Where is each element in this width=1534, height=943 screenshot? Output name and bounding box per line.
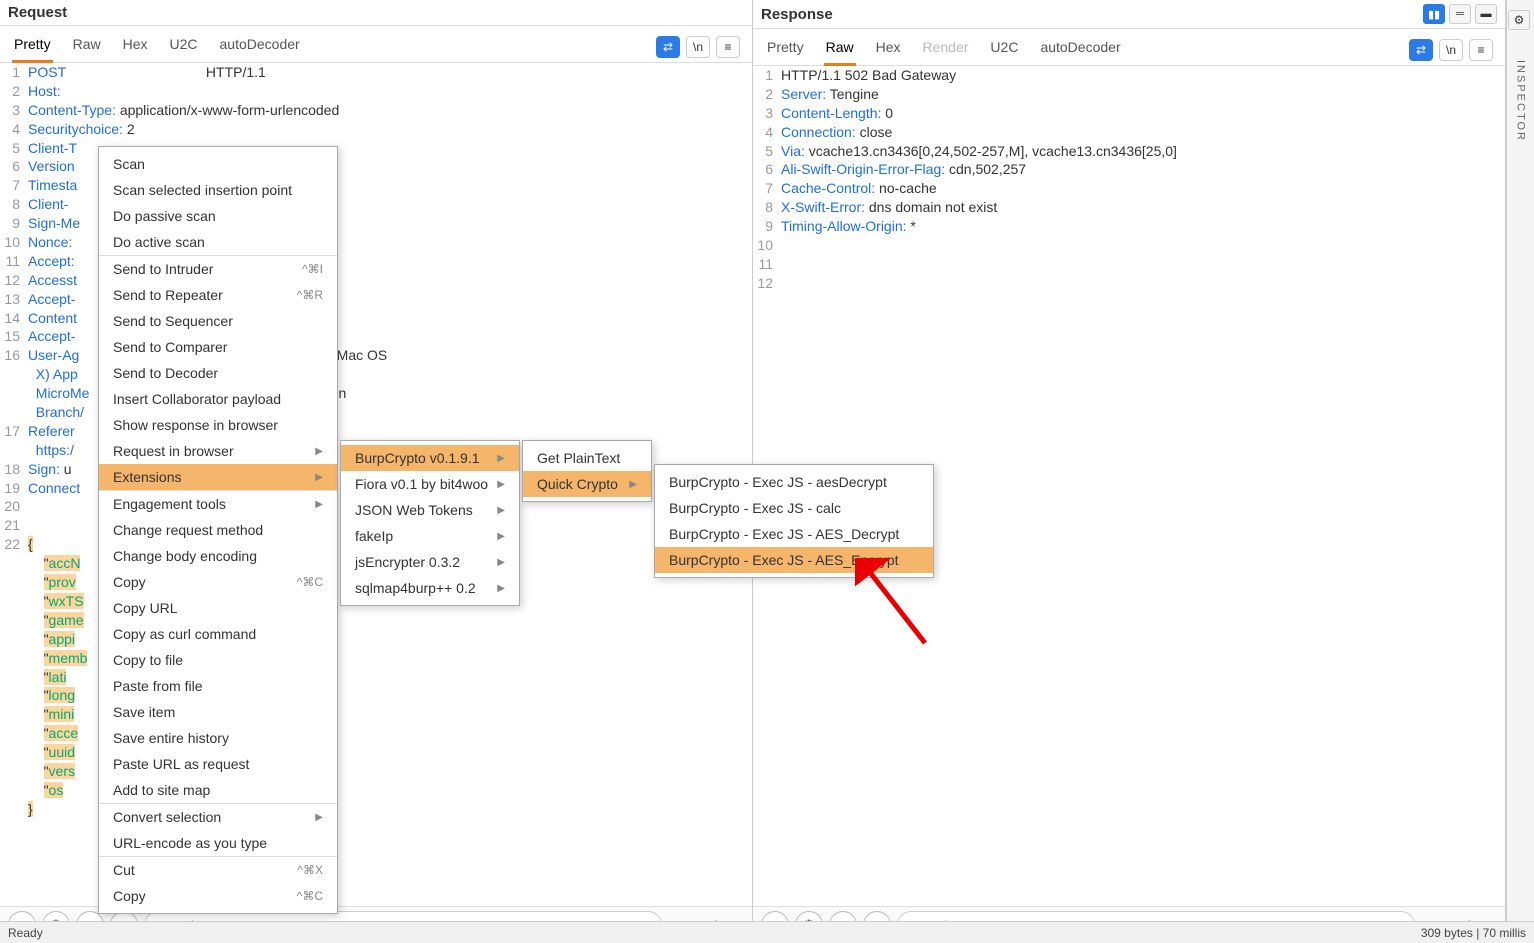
menu-item[interactable]: Show response in browser	[99, 412, 337, 438]
layout-single-icon[interactable]: ▬	[1475, 4, 1497, 24]
request-tabs: Pretty Raw Hex U2C autoDecoder ⇄ \n ≡	[0, 26, 752, 63]
layout-split-icon[interactable]: ▮▮	[1423, 4, 1445, 24]
context-menu: ScanScan selected insertion pointDo pass…	[98, 146, 338, 914]
menu-item[interactable]: Change request method	[99, 517, 337, 543]
menu-item[interactable]: Send to Sequencer	[99, 308, 337, 334]
menu-item[interactable]: jsEncrypter 0.3.2▶	[341, 549, 519, 575]
tab-hex[interactable]: Hex	[874, 35, 903, 65]
menu-item[interactable]: Fiora v0.1 by bit4woo▶	[341, 471, 519, 497]
wrap-icon[interactable]: ⇄	[1409, 39, 1433, 61]
menu-item[interactable]: Cut^⌘X	[99, 856, 337, 883]
menu-item[interactable]: Scan selected insertion point	[99, 177, 337, 203]
menu-item[interactable]: Engagement tools▶	[99, 490, 337, 517]
layout-horizontal-icon[interactable]: ═	[1449, 4, 1471, 24]
tab-autodecoder[interactable]: autoDecoder	[1038, 35, 1122, 65]
wrap-icon[interactable]: ⇄	[656, 36, 680, 58]
submenu-burpcrypto: Get PlainTextQuick Crypto▶	[522, 440, 652, 502]
menu-item[interactable]: BurpCrypto - Exec JS - AES_Decrypt	[655, 521, 933, 547]
tab-hex[interactable]: Hex	[121, 32, 150, 62]
hamburger-icon[interactable]: ≡	[716, 36, 740, 58]
menu-item[interactable]: JSON Web Tokens▶	[341, 497, 519, 523]
menu-item[interactable]: Extensions▶	[99, 464, 337, 490]
hamburger-icon[interactable]: ≡	[1469, 39, 1493, 61]
inspector-sidebar[interactable]: ⚙ INSPECTOR	[1506, 0, 1534, 943]
tab-u2c[interactable]: U2C	[988, 35, 1020, 65]
menu-item[interactable]: Paste from file	[99, 673, 337, 699]
gear-icon[interactable]: ⚙	[1508, 10, 1530, 30]
menu-item[interactable]: Save item	[99, 699, 337, 725]
response-title: Response	[761, 6, 833, 23]
menu-item[interactable]: Copy^⌘C	[99, 569, 337, 595]
menu-item[interactable]: Do active scan	[99, 229, 337, 255]
menu-item[interactable]: fakeIp▶	[341, 523, 519, 549]
menu-item[interactable]: Paste URL as request	[99, 751, 337, 777]
response-tabs: Pretty Raw Hex Render U2C autoDecoder ⇄ …	[753, 29, 1505, 66]
menu-item[interactable]: Scan	[99, 151, 337, 177]
tab-u2c[interactable]: U2C	[168, 32, 200, 62]
request-title: Request	[8, 4, 67, 21]
tab-pretty[interactable]: Pretty	[12, 32, 53, 63]
menu-item[interactable]: BurpCrypto v0.1.9.1▶	[341, 445, 519, 471]
menu-item[interactable]: Get PlainText	[523, 445, 651, 471]
submenu-extensions: BurpCrypto v0.1.9.1▶Fiora v0.1 by bit4wo…	[340, 440, 520, 606]
menu-item[interactable]: Copy URL	[99, 595, 337, 621]
tab-render[interactable]: Render	[921, 35, 971, 65]
tab-pretty[interactable]: Pretty	[765, 35, 806, 65]
menu-item[interactable]: Send to Decoder	[99, 360, 337, 386]
status-right: 309 bytes | 70 millis	[1421, 926, 1526, 940]
menu-item[interactable]: Add to site map	[99, 777, 337, 803]
menu-item[interactable]: Insert Collaborator payload	[99, 386, 337, 412]
menu-item[interactable]: Request in browser▶	[99, 438, 337, 464]
newline-icon[interactable]: \n	[1439, 39, 1463, 61]
menu-item[interactable]: BurpCrypto - Exec JS - aesDecrypt	[655, 469, 933, 495]
menu-item[interactable]: BurpCrypto - Exec JS - AES_Encrypt	[655, 547, 933, 573]
menu-item[interactable]: Convert selection▶	[99, 803, 337, 830]
menu-item[interactable]: Save entire history	[99, 725, 337, 751]
tab-autodecoder[interactable]: autoDecoder	[218, 32, 302, 62]
menu-item[interactable]: Send to Intruder^⌘I	[99, 255, 337, 282]
newline-icon[interactable]: \n	[686, 36, 710, 58]
inspector-label: INSPECTOR	[1515, 60, 1527, 142]
menu-item[interactable]: Do passive scan	[99, 203, 337, 229]
status-left: Ready	[8, 926, 43, 940]
menu-item[interactable]: Quick Crypto▶	[523, 471, 651, 497]
menu-item[interactable]: Send to Comparer	[99, 334, 337, 360]
menu-item[interactable]: Copy^⌘C	[99, 883, 337, 909]
tab-raw[interactable]: Raw	[71, 32, 103, 62]
tab-raw[interactable]: Raw	[824, 35, 856, 66]
menu-item[interactable]: Send to Repeater^⌘R	[99, 282, 337, 308]
menu-item[interactable]: Copy to file	[99, 647, 337, 673]
menu-item[interactable]: Change body encoding	[99, 543, 337, 569]
submenu-quickcrypto: BurpCrypto - Exec JS - aesDecryptBurpCry…	[654, 464, 934, 578]
status-bar: Ready 309 bytes | 70 millis	[0, 921, 1534, 943]
menu-item[interactable]: sqlmap4burp++ 0.2▶	[341, 575, 519, 601]
menu-item[interactable]: BurpCrypto - Exec JS - calc	[655, 495, 933, 521]
menu-item[interactable]: Copy as curl command	[99, 621, 337, 647]
menu-item[interactable]: URL-encode as you type	[99, 830, 337, 856]
